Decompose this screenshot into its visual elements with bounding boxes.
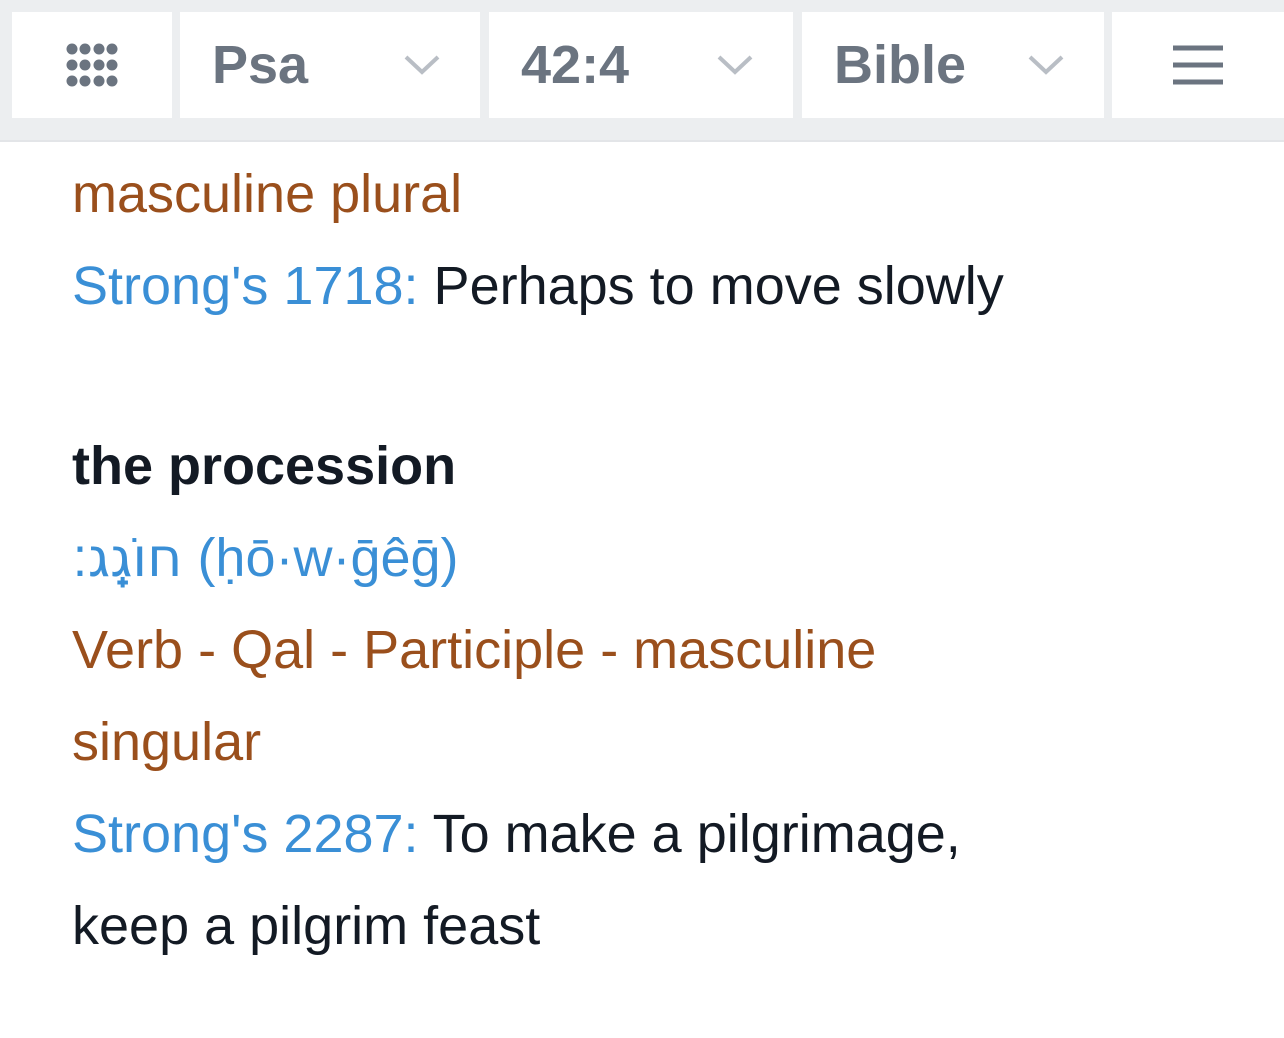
top-toolbar: Psa 42:4 Bible <box>0 0 1284 142</box>
strongs-1718-definition: Perhaps to move slowly <box>418 256 1004 316</box>
transliteration: (ḥō·w·ḡêḡ) <box>182 528 459 588</box>
previous-parse-text: masculine plural <box>72 164 463 224</box>
chevron-down-icon <box>717 55 753 75</box>
book-select[interactable]: Psa <box>180 12 480 118</box>
previous-strongs-line: Strong's 1718: Perhaps to move slowly <box>72 240 1252 332</box>
chevron-down-icon <box>1028 55 1064 75</box>
entry-spacer <box>72 332 1252 420</box>
strongs-line: Strong's 2287: To make a pilgrimage, <box>72 788 1252 880</box>
version-select[interactable]: Bible <box>802 12 1104 118</box>
strongs-2287-definition-line2: keep a pilgrim feast <box>72 896 541 956</box>
hamburger-menu-icon <box>1173 45 1223 85</box>
chevron-down-icon <box>404 55 440 75</box>
strongs-2287-link[interactable]: Strong's 2287: <box>72 804 419 864</box>
word-heading: the procession <box>72 436 457 496</box>
parse-text-line1: Verb - Qal - Participle - masculine <box>72 620 877 680</box>
verse-select-value: 42:4 <box>521 35 630 95</box>
grid-menu-button[interactable] <box>12 12 172 118</box>
main-menu-button[interactable] <box>1112 12 1284 118</box>
strongs-2287-definition-line1: To make a pilgrimage, <box>418 804 961 864</box>
grid-dots-icon <box>66 43 118 87</box>
book-select-value: Psa <box>212 35 309 95</box>
parse-text-line2: singular <box>72 712 262 772</box>
version-select-value: Bible <box>834 35 967 95</box>
strongs-1718-link[interactable]: Strong's 1718: <box>72 256 419 316</box>
hebrew-line: חוֹגֵֽג׃ (ḥō·w·ḡêḡ) <box>72 512 1252 604</box>
verse-select[interactable]: 42:4 <box>489 12 793 118</box>
hebrew-word-link[interactable]: חוֹגֵֽג׃ <box>72 526 182 589</box>
interlinear-content: masculine plural Strong's 1718: Perhaps … <box>72 148 1252 972</box>
